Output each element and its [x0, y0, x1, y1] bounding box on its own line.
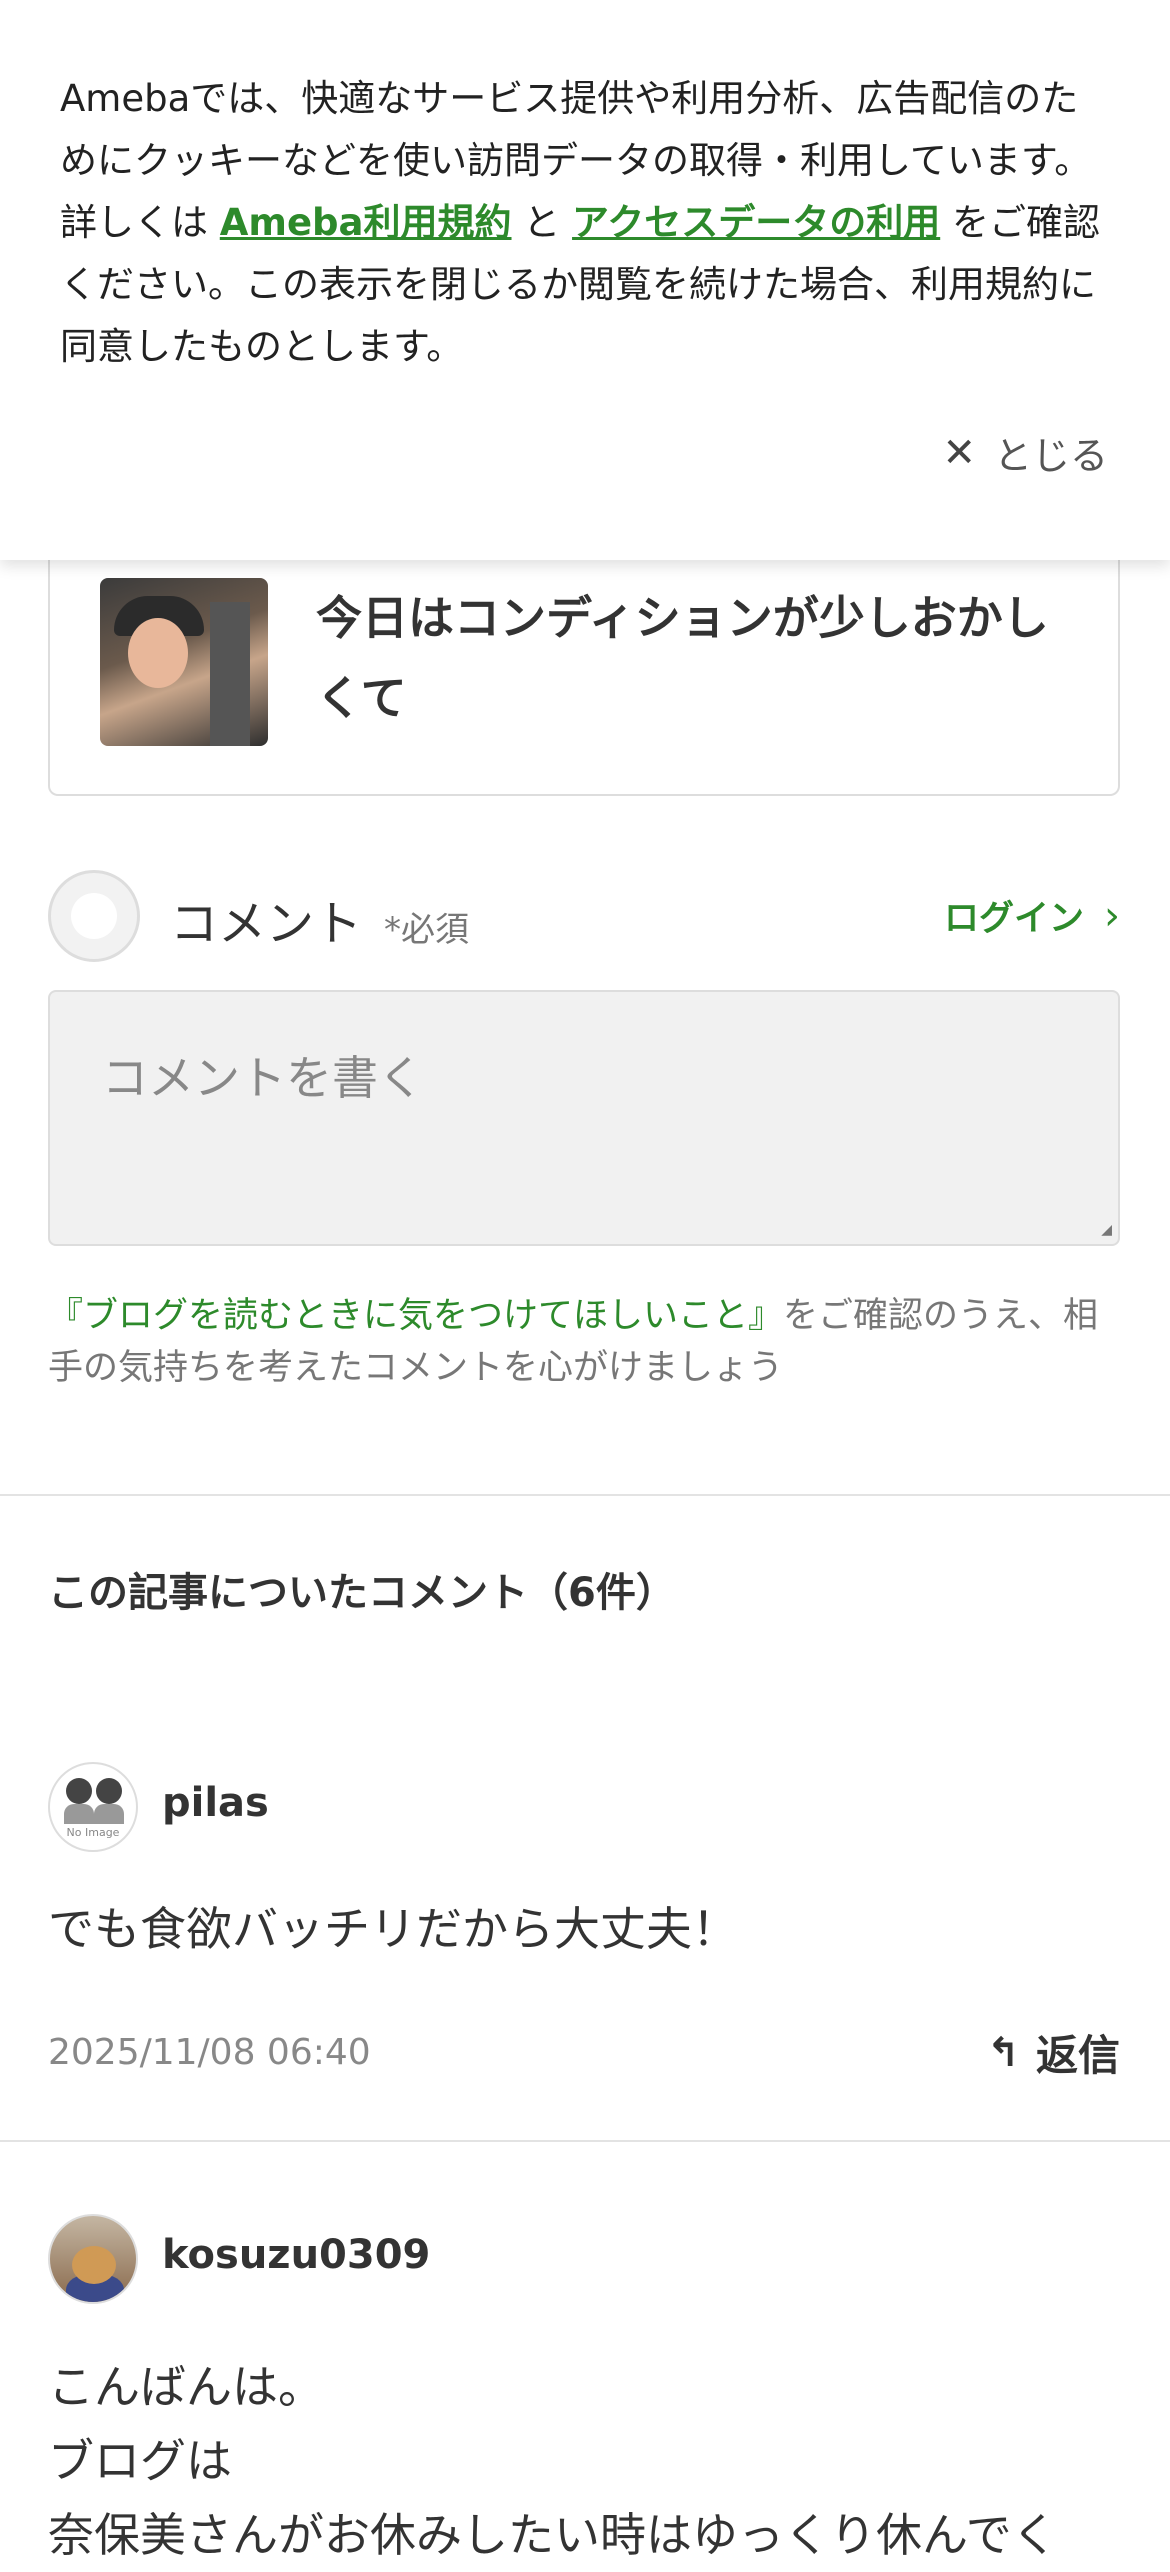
- chevron-right-icon: ›: [1104, 892, 1120, 939]
- cookie-text: Amebaでは、快適なサービス提供や利用分析、広告配信のためにクッキーなどを使い…: [60, 68, 1110, 378]
- resize-handle-icon[interactable]: ◢: [1101, 1222, 1112, 1238]
- cookie-close-button[interactable]: ✕ とじる: [942, 425, 1108, 480]
- article-card[interactable]: 今日はコンディションが少しおかしくて: [48, 520, 1120, 796]
- required-label: *必須: [384, 910, 469, 950]
- comment-input[interactable]: コメントを書く ◢: [48, 990, 1120, 1246]
- user-avatar[interactable]: [48, 2214, 138, 2304]
- comment-placeholder: コメントを書く: [102, 1051, 424, 1105]
- comment-text: こんばんは。 ブログは 奈保美さんがお休みしたい時はゆっくり休んでく: [48, 2360, 1058, 2562]
- cookie-text-2: と: [511, 201, 573, 244]
- comments-section-title: この記事についたコメント（6件）: [48, 1570, 676, 1616]
- divider: [0, 2140, 1170, 2142]
- no-image-avatar-icon[interactable]: No Image: [48, 1762, 138, 1852]
- terms-link[interactable]: Ameba利用規約: [220, 201, 512, 244]
- reply-label: 返信: [1035, 2031, 1120, 2080]
- comment-text: でも食欲バッチリだから大丈夫！: [48, 1902, 738, 1956]
- guideline-link[interactable]: 『ブログを読むときに気をつけてほしいこと』: [48, 1296, 783, 1336]
- article-thumbnail: [100, 578, 268, 746]
- comment-label: コメント: [170, 896, 363, 952]
- comment-item: kosuzu0309 こんばんは。 ブログは 奈保美さんがお休みしたい時はゆっく…: [48, 2214, 1120, 2562]
- comment-item: No Image pilas でも食欲バッチリだから大丈夫！ 2025/11/0…: [48, 1762, 1120, 2080]
- access-data-link[interactable]: アクセスデータの利用: [572, 201, 940, 244]
- login-label: ログイン: [943, 899, 1084, 939]
- default-avatar-icon: [48, 870, 140, 962]
- comment-author[interactable]: kosuzu0309: [162, 2232, 430, 2278]
- login-link[interactable]: ログイン ›: [944, 890, 1120, 941]
- reply-icon: ↰: [986, 2029, 1020, 2076]
- comment-author[interactable]: pilas: [162, 1780, 269, 1826]
- comment-form-header: コメント *必須 ログイン ›: [48, 870, 1120, 966]
- reply-button[interactable]: ↰ 返信: [986, 2022, 1120, 2083]
- close-icon: ✕: [942, 429, 976, 476]
- comment-guideline: 『ブログを読むときに気をつけてほしいこと』をご確認のうえ、相手の気持ちを考えたコ…: [48, 1290, 1128, 1394]
- article-title: 今日はコンディションが少しおかしくて: [316, 591, 1049, 725]
- cookie-banner: Amebaでは、快適なサービス提供や利用分析、広告配信のためにクッキーなどを使い…: [0, 0, 1170, 560]
- close-label: とじる: [993, 434, 1108, 478]
- divider: [0, 1494, 1170, 1496]
- comment-date: 2025/11/08 06:40: [48, 2032, 371, 2073]
